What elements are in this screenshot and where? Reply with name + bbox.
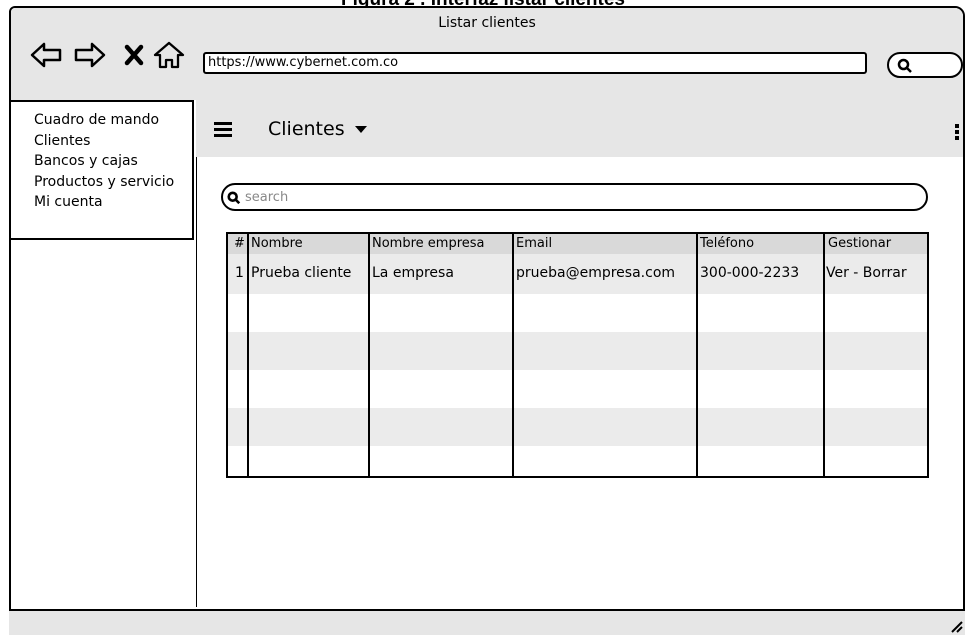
- column-header-email: Email: [516, 236, 553, 251]
- kebab-menu-icon[interactable]: [955, 124, 959, 142]
- resize-grip-icon[interactable]: [949, 619, 963, 633]
- cell-gestionar[interactable]: Ver - Borrar: [826, 263, 907, 283]
- search-input[interactable]: [245, 188, 905, 206]
- column-divider: [247, 234, 249, 476]
- status-bar: [9, 609, 965, 635]
- sidebar: Cuadro de mando Clientes Bancos y cajas …: [11, 100, 197, 607]
- stop-x-icon[interactable]: [119, 40, 153, 70]
- app-title: Clientes: [268, 118, 345, 140]
- cell-nombre-empresa: La empresa: [372, 265, 454, 281]
- browser-titlebar: Listar clientes https://www.cybernet.com…: [11, 8, 963, 101]
- search-icon: [227, 191, 241, 205]
- cell-email: prueba@empresa.com: [516, 265, 676, 281]
- cell-telefono: 300-000-2233: [700, 265, 800, 281]
- clientes-dropdown[interactable]: Clientes: [268, 118, 367, 140]
- column-divider: [823, 234, 825, 476]
- sidebar-item-bancos-y-cajas[interactable]: Bancos y cajas: [34, 151, 192, 172]
- column-divider: [512, 234, 514, 476]
- hamburger-menu-icon[interactable]: [214, 122, 232, 137]
- clients-table: # Nombre Nombre empresa Email Teléfono G…: [226, 232, 929, 478]
- column-header-number: #: [234, 236, 245, 251]
- sidebar-item-mi-cuenta[interactable]: Mi cuenta: [34, 192, 192, 213]
- app-bar: Clientes: [196, 100, 963, 157]
- home-icon[interactable]: [152, 40, 186, 70]
- caret-down-icon: [354, 126, 367, 133]
- search-field[interactable]: [221, 183, 928, 211]
- cell-nombre: Prueba cliente: [251, 265, 352, 281]
- browser-search-button[interactable]: [887, 52, 963, 78]
- sidebar-menu: Cuadro de mando Clientes Bancos y cajas …: [11, 100, 194, 240]
- url-field[interactable]: https://www.cybernet.com.co: [203, 52, 867, 74]
- window-title: Listar clientes: [438, 15, 536, 31]
- column-header-gestionar: Gestionar: [828, 236, 892, 251]
- column-header-nombre: Nombre: [251, 236, 303, 251]
- sidebar-item-productos-y-servicio[interactable]: Productos y servicio: [34, 172, 192, 193]
- forward-arrow-icon[interactable]: [73, 40, 107, 70]
- search-icon: [897, 58, 912, 73]
- column-divider: [368, 234, 370, 476]
- sidebar-item-clientes[interactable]: Clientes: [34, 131, 192, 152]
- column-divider: [696, 234, 698, 476]
- column-header-nombre-empresa: Nombre empresa: [372, 236, 485, 251]
- column-header-telefono: Teléfono: [700, 236, 755, 251]
- cell-number: 1: [235, 265, 244, 281]
- back-arrow-icon[interactable]: [29, 40, 63, 70]
- sidebar-item-cuadro-de-mando[interactable]: Cuadro de mando: [34, 110, 192, 131]
